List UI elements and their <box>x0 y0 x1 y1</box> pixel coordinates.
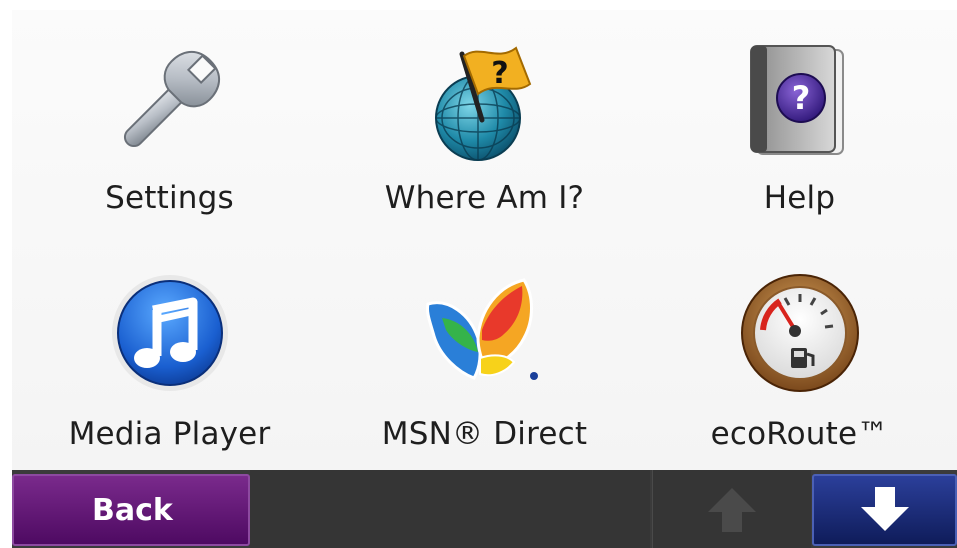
wrench-icon <box>105 36 235 166</box>
ecoroute-button[interactable]: ecoRoute™ <box>642 240 957 470</box>
screen: Settings ? Where Am I? ? Help Media Play… <box>12 10 957 548</box>
ecoroute-label: ecoRoute™ <box>710 416 889 452</box>
back-button[interactable]: Back <box>12 474 250 546</box>
arrow-down-icon <box>860 487 909 531</box>
nav-bar-spacer <box>250 470 650 548</box>
help-label: Help <box>763 180 836 216</box>
svg-text:?: ? <box>491 56 508 91</box>
bottom-nav-bar: Back <box>12 470 957 548</box>
media-player-button[interactable]: Media Player <box>12 240 327 470</box>
msn-direct-label: MSN® Direct <box>381 416 588 452</box>
arrow-up-icon <box>708 488 756 532</box>
help-button[interactable]: ? Help <box>642 10 957 240</box>
scroll-up-button[interactable] <box>652 470 811 548</box>
back-button-label: Back <box>92 492 173 528</box>
music-note-icon <box>105 268 235 398</box>
where-am-i-label: Where Am I? <box>384 180 585 216</box>
menu-grid: Settings ? Where Am I? ? Help Media Play… <box>12 10 957 470</box>
media-player-label: Media Player <box>68 416 271 452</box>
help-book-icon: ? <box>735 36 865 166</box>
where-am-i-button[interactable]: ? Where Am I? <box>327 10 642 240</box>
scroll-down-button[interactable] <box>812 474 957 546</box>
settings-label: Settings <box>105 180 234 216</box>
globe-flag-question-icon: ? <box>420 36 550 166</box>
fuel-gauge-icon <box>735 268 865 398</box>
settings-button[interactable]: Settings <box>12 10 327 240</box>
msn-direct-button[interactable]: MSN® Direct <box>327 240 642 470</box>
msn-butterfly-icon <box>420 268 550 398</box>
svg-text:?: ? <box>791 79 810 117</box>
